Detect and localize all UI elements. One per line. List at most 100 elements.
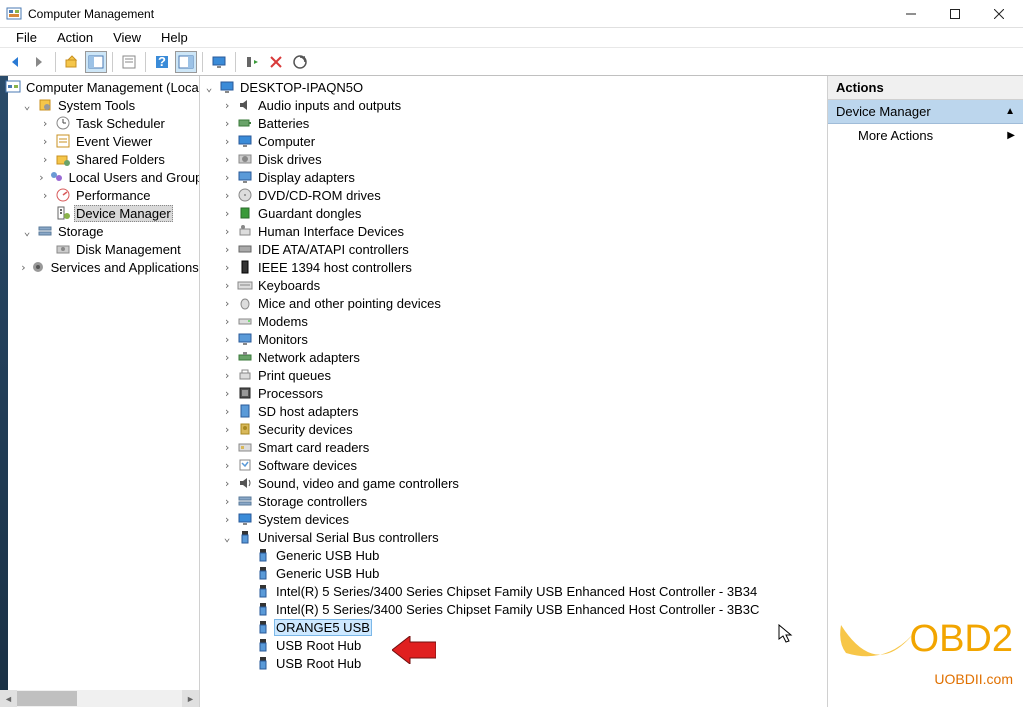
- expand-icon[interactable]: ›: [220, 513, 234, 526]
- device-tree-item[interactable]: ›Guardant dongles: [200, 204, 827, 222]
- device-tree-item[interactable]: ›SD host adapters: [200, 402, 827, 420]
- uninstall-button[interactable]: [265, 51, 287, 73]
- device-tree-item[interactable]: ›Disk drives: [200, 150, 827, 168]
- device-tree-item[interactable]: ⌄Universal Serial Bus controllers: [200, 528, 827, 546]
- expand-icon[interactable]: ⌄: [20, 99, 34, 112]
- help-button[interactable]: ?: [151, 51, 173, 73]
- console-tree-item[interactable]: ›Event Viewer: [0, 132, 199, 150]
- device-tree-item[interactable]: ›Display adapters: [200, 168, 827, 186]
- close-button[interactable]: [977, 0, 1021, 28]
- device-tree-item[interactable]: ›IDE ATA/ATAPI controllers: [200, 240, 827, 258]
- properties-button[interactable]: [118, 51, 140, 73]
- monitor-button[interactable]: [208, 51, 230, 73]
- device-tree-item[interactable]: ›IEEE 1394 host controllers: [200, 258, 827, 276]
- back-button[interactable]: [4, 51, 26, 73]
- expand-icon[interactable]: ⌄: [220, 531, 234, 544]
- expand-icon[interactable]: ›: [220, 477, 234, 490]
- device-tree-item[interactable]: ›Audio inputs and outputs: [200, 96, 827, 114]
- scroll-right-button[interactable]: ►: [182, 690, 199, 707]
- forward-button[interactable]: [28, 51, 50, 73]
- expand-icon[interactable]: ›: [220, 297, 234, 310]
- device-tree-item[interactable]: ›Mice and other pointing devices: [200, 294, 827, 312]
- expand-icon[interactable]: ›: [38, 153, 52, 166]
- expand-icon[interactable]: ›: [220, 333, 234, 346]
- device-tree-item[interactable]: ›Computer: [200, 132, 827, 150]
- device-tree-item[interactable]: ›Monitors: [200, 330, 827, 348]
- expand-icon[interactable]: ›: [220, 315, 234, 328]
- device-tree-item[interactable]: Generic USB Hub: [200, 546, 827, 564]
- expand-icon[interactable]: ›: [220, 495, 234, 508]
- expand-icon[interactable]: ›: [220, 405, 234, 418]
- device-tree-item[interactable]: USB Root Hub: [200, 636, 827, 654]
- expand-icon[interactable]: ⌄: [202, 81, 216, 94]
- expand-icon[interactable]: ⌄: [20, 225, 34, 238]
- menu-view[interactable]: View: [103, 28, 151, 47]
- expand-icon[interactable]: ›: [220, 423, 234, 436]
- show-hide-tree-button[interactable]: [85, 51, 107, 73]
- expand-icon[interactable]: ›: [220, 207, 234, 220]
- scroll-thumb[interactable]: [17, 691, 77, 706]
- view-toggle-button[interactable]: [175, 51, 197, 73]
- device-tree-item[interactable]: USB Root Hub: [200, 654, 827, 672]
- minimize-button[interactable]: [889, 0, 933, 28]
- expand-icon[interactable]: ›: [220, 225, 234, 238]
- expand-icon[interactable]: ›: [220, 261, 234, 274]
- expand-icon[interactable]: ›: [220, 387, 234, 400]
- console-tree-item[interactable]: Computer Management (Local: [0, 78, 199, 96]
- expand-icon[interactable]: ›: [220, 459, 234, 472]
- console-tree-item[interactable]: ⌄Storage: [0, 222, 199, 240]
- up-button[interactable]: [61, 51, 83, 73]
- expand-icon[interactable]: ›: [38, 117, 52, 130]
- device-tree-item[interactable]: ›Software devices: [200, 456, 827, 474]
- console-tree-item[interactable]: ›Shared Folders: [0, 150, 199, 168]
- device-tree-item[interactable]: ›Smart card readers: [200, 438, 827, 456]
- expand-icon[interactable]: ›: [220, 351, 234, 364]
- device-tree-item[interactable]: ›Security devices: [200, 420, 827, 438]
- device-tree-item[interactable]: ›Network adapters: [200, 348, 827, 366]
- device-tree-item[interactable]: ›System devices: [200, 510, 827, 528]
- device-tree-item[interactable]: Intel(R) 5 Series/3400 Series Chipset Fa…: [200, 600, 827, 618]
- expand-icon[interactable]: ›: [38, 189, 52, 202]
- enable-button[interactable]: [241, 51, 263, 73]
- console-tree[interactable]: Computer Management (Local⌄System Tools ›…: [0, 76, 200, 707]
- device-tree[interactable]: ⌄DESKTOP-IPAQN5O›Audio inputs and output…: [200, 76, 828, 707]
- expand-icon[interactable]: ›: [20, 261, 27, 274]
- device-tree-item[interactable]: Generic USB Hub: [200, 564, 827, 582]
- device-tree-item[interactable]: ›Storage controllers: [200, 492, 827, 510]
- device-tree-item[interactable]: ⌄DESKTOP-IPAQN5O: [200, 78, 827, 96]
- expand-icon[interactable]: ›: [220, 189, 234, 202]
- expand-icon[interactable]: ›: [220, 369, 234, 382]
- scroll-left-button[interactable]: ◄: [0, 690, 17, 707]
- expand-icon[interactable]: ›: [220, 279, 234, 292]
- console-tree-item[interactable]: Disk Management: [0, 240, 199, 258]
- device-tree-item[interactable]: ›Modems: [200, 312, 827, 330]
- maximize-button[interactable]: [933, 0, 977, 28]
- expand-icon[interactable]: ›: [220, 135, 234, 148]
- expand-icon[interactable]: ›: [38, 171, 45, 184]
- horizontal-scrollbar[interactable]: ◄ ►: [0, 690, 199, 707]
- device-tree-item[interactable]: ›Human Interface Devices: [200, 222, 827, 240]
- menu-file[interactable]: File: [6, 28, 47, 47]
- actions-more-actions[interactable]: More Actions ▶: [828, 124, 1023, 147]
- device-tree-item[interactable]: Intel(R) 5 Series/3400 Series Chipset Fa…: [200, 582, 827, 600]
- device-tree-item[interactable]: ORANGE5 USB: [200, 618, 827, 636]
- expand-icon[interactable]: ›: [38, 135, 52, 148]
- expand-icon[interactable]: ›: [220, 153, 234, 166]
- menu-action[interactable]: Action: [47, 28, 103, 47]
- device-tree-item[interactable]: ›Batteries: [200, 114, 827, 132]
- console-tree-item[interactable]: ⌄System Tools: [0, 96, 199, 114]
- console-tree-item[interactable]: ›Performance: [0, 186, 199, 204]
- menu-help[interactable]: Help: [151, 28, 198, 47]
- expand-icon[interactable]: ›: [220, 441, 234, 454]
- device-tree-item[interactable]: ›Sound, video and game controllers: [200, 474, 827, 492]
- console-tree-item[interactable]: ›Local Users and Groups: [0, 168, 199, 186]
- device-tree-item[interactable]: ›Print queues: [200, 366, 827, 384]
- device-tree-item[interactable]: ›Processors: [200, 384, 827, 402]
- expand-icon[interactable]: ›: [220, 243, 234, 256]
- expand-icon[interactable]: ›: [220, 117, 234, 130]
- console-tree-item[interactable]: Device Manager: [0, 204, 199, 222]
- device-tree-item[interactable]: ›Keyboards: [200, 276, 827, 294]
- scan-hardware-button[interactable]: [289, 51, 311, 73]
- actions-group[interactable]: Device Manager ▲: [828, 100, 1023, 124]
- console-tree-item[interactable]: ›Services and Applications: [0, 258, 199, 276]
